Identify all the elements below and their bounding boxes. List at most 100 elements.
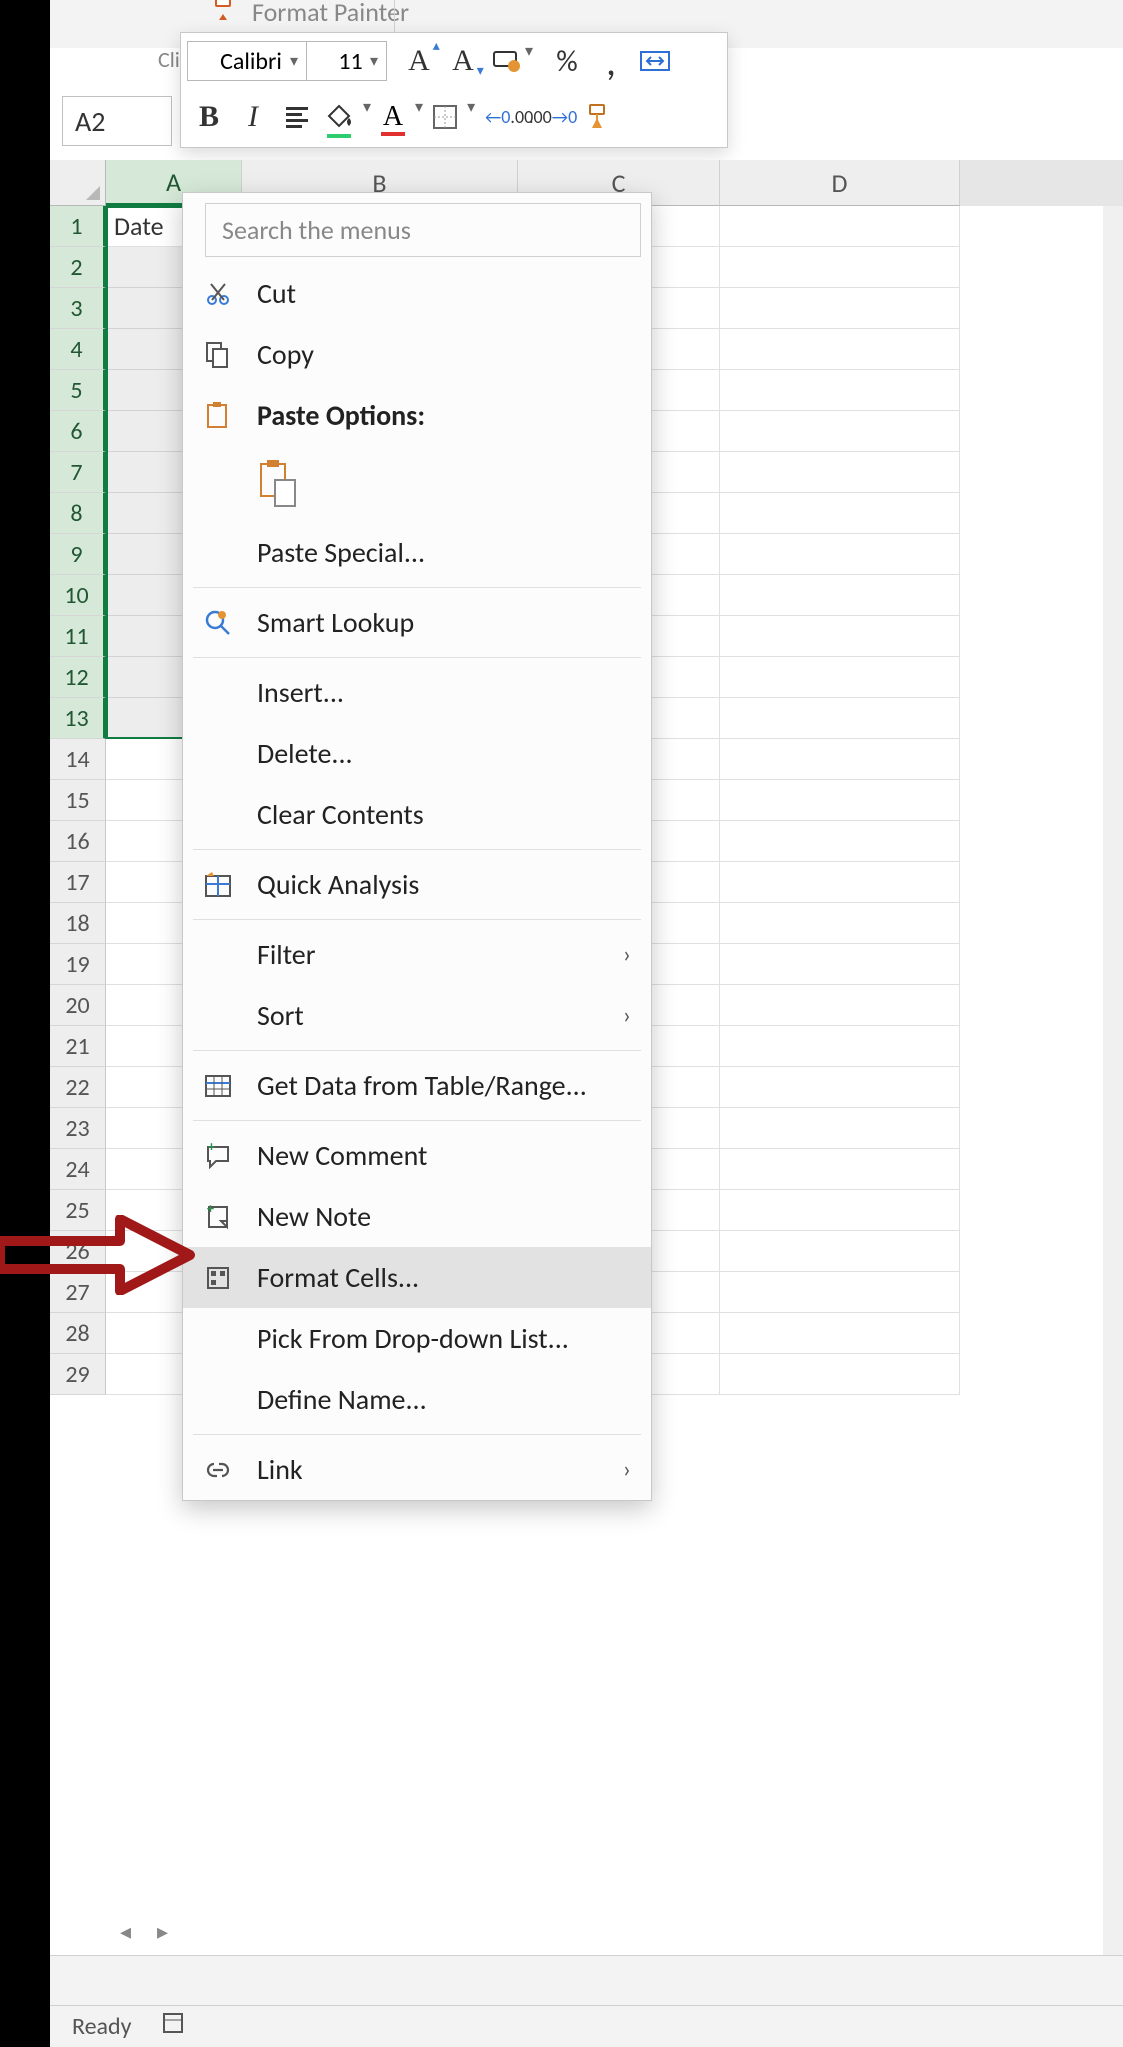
context-menu-smart-lookup[interactable]: Smart Lookup [183, 592, 651, 653]
context-menu-new-note[interactable]: + New Note [183, 1186, 651, 1247]
context-menu-define-name[interactable]: Define Name... [183, 1369, 651, 1430]
cell[interactable] [720, 329, 960, 370]
row-header[interactable]: 4 [50, 329, 106, 370]
row-header[interactable]: 13 [50, 698, 106, 739]
cell[interactable] [720, 247, 960, 288]
context-menu-copy[interactable]: Copy [183, 324, 651, 385]
cell[interactable] [720, 411, 960, 452]
row-header[interactable]: 26 [50, 1231, 106, 1272]
cell[interactable] [720, 780, 960, 821]
row-header[interactable]: 6 [50, 411, 106, 452]
cell[interactable] [720, 944, 960, 985]
context-menu-filter[interactable]: Filter › [183, 924, 651, 985]
cell[interactable] [720, 698, 960, 739]
decrease-font-size-button[interactable]: A▾ [441, 38, 485, 84]
cell[interactable] [720, 903, 960, 944]
context-menu-quick-analysis[interactable]: Quick Analysis [183, 854, 651, 915]
row-header[interactable]: 29 [50, 1354, 106, 1395]
vertical-scrollbar[interactable] [1103, 206, 1123, 1955]
cell[interactable] [720, 616, 960, 657]
context-menu-link[interactable]: Link › [183, 1439, 651, 1500]
select-all-triangle[interactable] [50, 160, 106, 206]
font-color-button[interactable]: A [371, 94, 415, 140]
row-header[interactable]: 20 [50, 985, 106, 1026]
cell[interactable] [720, 862, 960, 903]
merge-center-button[interactable] [633, 38, 677, 84]
cell[interactable] [720, 575, 960, 616]
row-header[interactable]: 19 [50, 944, 106, 985]
row-header[interactable]: 11 [50, 616, 106, 657]
row-header[interactable]: 17 [50, 862, 106, 903]
row-header[interactable]: 1 [50, 206, 106, 247]
cell[interactable] [720, 739, 960, 780]
align-button[interactable] [275, 94, 319, 140]
row-header[interactable]: 14 [50, 739, 106, 780]
cell[interactable] [720, 985, 960, 1026]
context-menu-delete[interactable]: Delete... [183, 723, 651, 784]
accounting-format-button[interactable] [485, 38, 529, 84]
italic-button[interactable]: I [231, 94, 275, 140]
format-painter-mini-button[interactable] [575, 94, 619, 140]
row-header[interactable]: 22 [50, 1067, 106, 1108]
cell[interactable] [720, 1067, 960, 1108]
font-name-dropdown[interactable]: Calibri ▾ [187, 41, 307, 81]
cell[interactable] [720, 821, 960, 862]
row-header[interactable]: 7 [50, 452, 106, 493]
cell[interactable] [720, 370, 960, 411]
chevron-down-icon[interactable]: ▾ [363, 97, 371, 117]
context-menu-get-data[interactable]: Get Data from Table/Range... [183, 1055, 651, 1116]
cell[interactable] [720, 206, 960, 247]
row-header[interactable]: 15 [50, 780, 106, 821]
context-menu-pick-from-list[interactable]: Pick From Drop-down List... [183, 1308, 651, 1369]
row-header[interactable]: 2 [50, 247, 106, 288]
chevron-down-icon[interactable]: ▾ [415, 97, 423, 117]
cell[interactable] [720, 1026, 960, 1067]
row-header[interactable]: 25 [50, 1190, 106, 1231]
row-header[interactable]: 12 [50, 657, 106, 698]
row-header[interactable]: 9 [50, 534, 106, 575]
row-header[interactable]: 27 [50, 1272, 106, 1313]
cell[interactable] [720, 288, 960, 329]
cell[interactable] [720, 493, 960, 534]
percent-format-button[interactable]: % [545, 38, 589, 84]
cell[interactable] [720, 1354, 960, 1395]
row-header[interactable]: 18 [50, 903, 106, 944]
row-header[interactable]: 16 [50, 821, 106, 862]
chevron-down-icon[interactable]: ▾ [467, 97, 475, 117]
cell[interactable] [720, 1149, 960, 1190]
name-box[interactable]: A2 [62, 96, 172, 146]
row-header[interactable]: 28 [50, 1313, 106, 1354]
increase-font-size-button[interactable]: A▴ [397, 38, 441, 84]
cell[interactable] [720, 1108, 960, 1149]
row-header[interactable]: 21 [50, 1026, 106, 1067]
chevron-down-icon[interactable]: ▾ [525, 41, 533, 61]
bold-button[interactable]: B [187, 94, 231, 140]
context-menu-new-comment[interactable]: + New Comment [183, 1125, 651, 1186]
column-header-D[interactable]: D [720, 160, 960, 206]
cell[interactable] [720, 1231, 960, 1272]
borders-button[interactable] [423, 94, 467, 140]
row-header[interactable]: 5 [50, 370, 106, 411]
increase-decimal-button[interactable]: ←0.00 [487, 94, 531, 140]
context-menu-paste-special[interactable]: Paste Special... [183, 522, 651, 583]
format-painter-label[interactable]: Format Painter [252, 0, 409, 28]
decrease-decimal-button[interactable]: .00→0 [531, 94, 575, 140]
row-header[interactable]: 10 [50, 575, 106, 616]
cell[interactable] [720, 1313, 960, 1354]
context-menu-format-cells[interactable]: Format Cells... [183, 1247, 651, 1308]
context-menu-clear-contents[interactable]: Clear Contents [183, 784, 651, 845]
sheet-scroll-right[interactable]: ▸ [157, 1918, 168, 1945]
context-menu-insert[interactable]: Insert... [183, 662, 651, 723]
cell[interactable] [720, 1190, 960, 1231]
row-header[interactable]: 8 [50, 493, 106, 534]
cell[interactable] [720, 534, 960, 575]
cell[interactable] [720, 657, 960, 698]
fill-color-button[interactable] [319, 94, 363, 140]
font-size-dropdown[interactable]: 11 ▾ [307, 41, 387, 81]
sheet-scroll-left[interactable]: ◂ [120, 1918, 131, 1945]
accessibility-icon[interactable] [162, 2012, 184, 2041]
paste-option-default[interactable] [257, 458, 301, 510]
cell[interactable] [720, 452, 960, 493]
comma-format-button[interactable]: , [589, 38, 633, 84]
row-header[interactable]: 23 [50, 1108, 106, 1149]
